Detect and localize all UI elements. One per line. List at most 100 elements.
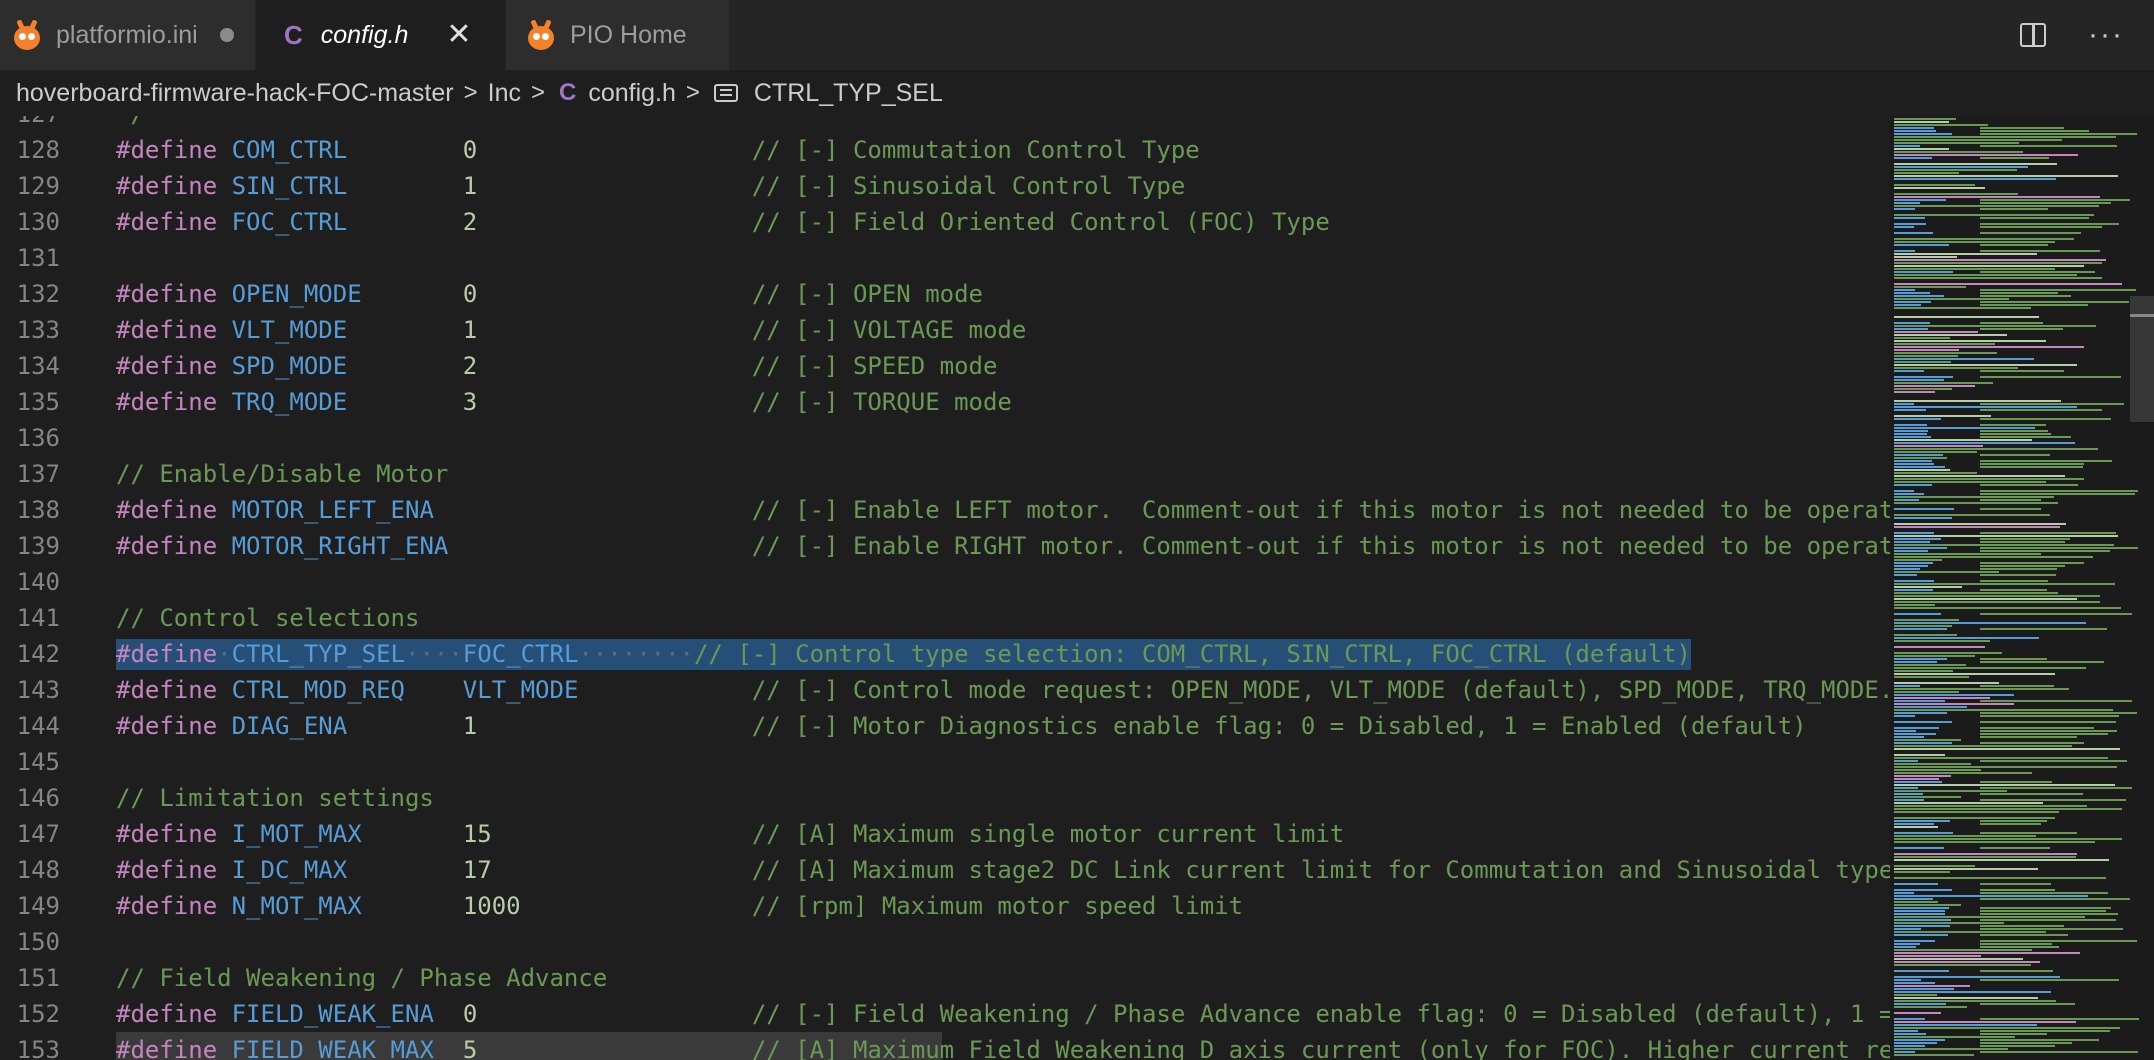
minimap-line bbox=[1980, 760, 2128, 762]
minimap-line bbox=[1894, 526, 2061, 528]
code-line[interactable]: 139 #define MOTOR_RIGHT_ENA // [-] Enable… bbox=[0, 528, 1890, 564]
chevron-right-icon: > bbox=[463, 79, 478, 106]
more-actions-icon[interactable]: ··· bbox=[2088, 18, 2124, 52]
c-file-icon: C bbox=[284, 19, 303, 50]
minimap-line bbox=[1894, 574, 1917, 576]
code-line[interactable]: 146 // Limitation settings bbox=[0, 780, 1890, 816]
code-line[interactable]: 137 // Enable/Disable Motor bbox=[0, 456, 1890, 492]
minimap-line bbox=[1894, 178, 2056, 180]
code-line[interactable]: 143 #define CTRL_MOD_REQ VLT_MODE // [-] … bbox=[0, 672, 1890, 708]
minimap-line bbox=[1894, 163, 2057, 165]
minimap-line bbox=[1894, 748, 2121, 750]
minimap[interactable] bbox=[1890, 116, 2154, 1060]
code-line[interactable]: 140 bbox=[0, 564, 1890, 600]
minimap-line bbox=[1894, 331, 1978, 333]
minimap-line bbox=[1980, 490, 2138, 492]
minimap-line bbox=[1894, 226, 1915, 228]
code-token: // [-] OPEN mode bbox=[751, 280, 983, 308]
breadcrumb: hoverboard-firmware-hack-FOC-master > In… bbox=[0, 70, 2154, 116]
minimap-line bbox=[1894, 787, 1919, 789]
minimap-line bbox=[1894, 454, 1944, 456]
breadcrumb-file[interactable]: config.h bbox=[588, 79, 676, 108]
line-number: 135 bbox=[16, 388, 60, 416]
close-icon[interactable]: ✕ bbox=[446, 20, 471, 50]
code-line[interactable]: 149 #define N_MOT_MAX 1000 // [rpm] Maxim… bbox=[0, 888, 1890, 924]
minimap-line bbox=[1980, 1045, 2056, 1047]
code-token: // Control selections bbox=[116, 604, 420, 632]
breadcrumb-folder-root[interactable]: hoverboard-firmware-hack-FOC-master bbox=[16, 79, 454, 108]
minimap-line bbox=[1894, 223, 1926, 225]
code-line[interactable]: 152 #define FIELD_WEAK_ENA 0 // [-] Field… bbox=[0, 996, 1890, 1032]
code-token: // [-] Sinusoidal Control Type bbox=[751, 172, 1186, 200]
code-line[interactable]: 141 // Control selections bbox=[0, 600, 1890, 636]
code-line[interactable]: 151 // Field Weakening / Phase Advance bbox=[0, 960, 1890, 996]
code-text: #define FOC_CTRL 2 // [-] Field Oriented… bbox=[116, 204, 1330, 240]
minimap-line bbox=[1894, 988, 1954, 990]
breadcrumb-folder-inc[interactable]: Inc bbox=[488, 79, 521, 108]
code-line[interactable]: 148 #define I_DC_MAX 17 // [A] Maximum st… bbox=[0, 852, 1890, 888]
line-number: 150 bbox=[16, 928, 60, 956]
unsaved-dot-icon[interactable] bbox=[219, 28, 234, 42]
code-token: // [A] Maximum stage2 DC Link current li… bbox=[751, 856, 1890, 884]
tab-label: config.h bbox=[320, 20, 409, 49]
minimap-line bbox=[1980, 541, 2065, 543]
code-text: */ bbox=[116, 116, 145, 132]
code-line[interactable]: 144 #define DIAG_ENA 1 // [-] Motor Diagn… bbox=[0, 708, 1890, 744]
minimap-line bbox=[1980, 892, 2108, 894]
chevron-right-icon: > bbox=[685, 79, 700, 106]
minimap-line bbox=[1894, 277, 2102, 279]
minimap-line bbox=[1894, 883, 1938, 885]
code-line[interactable]: 138 #define MOTOR_LEFT_ENA // [-] Enable … bbox=[0, 492, 1890, 528]
minimap-line bbox=[1894, 337, 1951, 339]
tab-pio-home[interactable]: PIO Home bbox=[506, 0, 730, 70]
code-line[interactable]: 153 #define FIELD_WEAK_MAX 5 // [A] Maxim… bbox=[0, 1032, 1890, 1060]
tab-platformio-ini[interactable]: platformio.ini bbox=[0, 0, 256, 70]
tab-config-h[interactable]: C config.h ✕ bbox=[256, 0, 506, 70]
code-line[interactable]: 130 #define FOC_CTRL 2 // [-] Field Orien… bbox=[0, 204, 1890, 240]
minimap-line bbox=[1980, 898, 2130, 900]
code-line[interactable]: 129 #define SIN_CTRL 1 // [-] Sinusoidal … bbox=[0, 168, 1890, 204]
code-token: // Enable/Disable Motor bbox=[116, 460, 449, 488]
code-line[interactable]: 142 #define·CTRL_TYP_SEL····FOC_CTRL·····… bbox=[0, 636, 1890, 672]
minimap-line bbox=[1894, 562, 1933, 564]
code-line[interactable]: 145 bbox=[0, 744, 1890, 780]
minimap-line bbox=[1894, 802, 2043, 804]
breadcrumb-symbol[interactable]: CTRL_TYP_SEL bbox=[754, 79, 943, 108]
code-line[interactable]: 131 bbox=[0, 240, 1890, 276]
code-line[interactable]: 135 #define TRQ_MODE 3 // [-] TORQUE mode bbox=[0, 384, 1890, 420]
minimap-line bbox=[1894, 928, 1921, 930]
minimap-line bbox=[1894, 634, 1957, 636]
code-editor[interactable]: 127 */ 128 #define COM_CTRL 0 // [-] Commut… bbox=[0, 116, 1890, 1060]
minimap-line bbox=[1894, 547, 1948, 549]
minimap-line bbox=[1894, 997, 2038, 999]
code-line[interactable]: 133 #define VLT_MODE 1 // [-] VOLTAGE mod… bbox=[0, 312, 1890, 348]
code-line[interactable]: 134 #define SPD_MODE 2 // [-] SPEED mode bbox=[0, 348, 1890, 384]
code-line[interactable]: 132 #define OPEN_MODE 0 // [-] OPEN mode bbox=[0, 276, 1890, 312]
minimap-line bbox=[1894, 361, 1951, 363]
minimap-line bbox=[1894, 553, 2041, 555]
minimap-line bbox=[1894, 739, 1962, 741]
minimap-line bbox=[1894, 742, 1953, 744]
code-token: I_DC_MAX bbox=[231, 856, 348, 884]
code-line[interactable]: 128 #define COM_CTRL 0 // [-] Commutation… bbox=[0, 132, 1890, 168]
minimap-line bbox=[1894, 130, 1937, 132]
code-line[interactable]: 136 bbox=[0, 420, 1890, 456]
minimap-line bbox=[1894, 727, 1939, 729]
code-line[interactable]: 150 bbox=[0, 924, 1890, 960]
code-line[interactable]: 147 #define I_MOT_MAX 15 // [A] Maximum s… bbox=[0, 816, 1890, 852]
line-number: 140 bbox=[16, 568, 60, 596]
minimap-line bbox=[1894, 205, 2100, 207]
split-editor-icon[interactable] bbox=[2020, 23, 2047, 47]
minimap-line bbox=[1894, 949, 2032, 951]
minimap-line bbox=[1894, 820, 1951, 822]
minimap-line bbox=[1894, 244, 1950, 246]
tab-label: PIO Home bbox=[570, 20, 687, 49]
minimap-line bbox=[1894, 763, 1972, 765]
code-line[interactable]: 127 */ bbox=[0, 116, 1890, 132]
